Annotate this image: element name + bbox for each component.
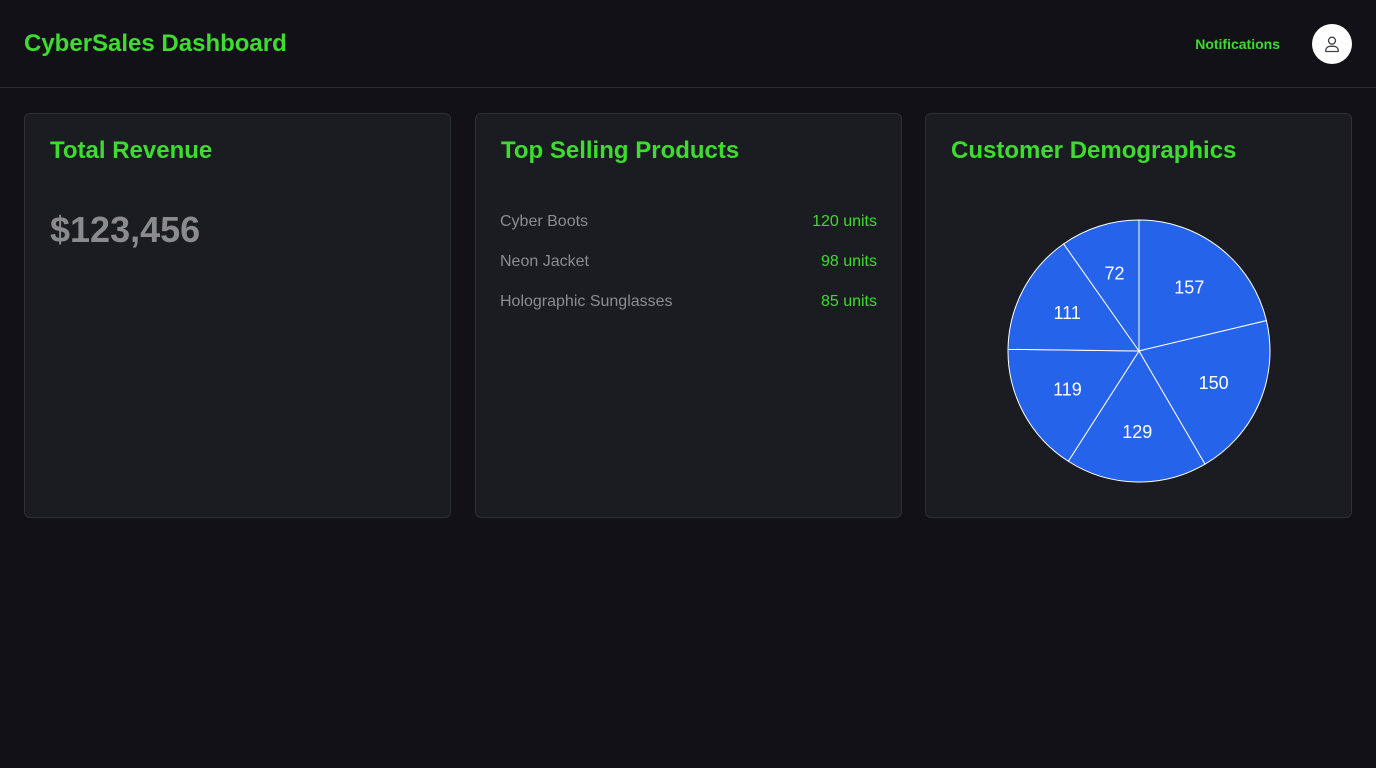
pie-slice-label: 72 [1104,264,1124,284]
top-products-card: Top Selling Products Cyber Boots 120 uni… [475,113,902,518]
product-units: 85 units [820,293,877,310]
product-row: Holographic Sunglasses 85 units [500,290,877,330]
pie-slice-label: 129 [1122,422,1152,442]
product-name: Neon Jacket [500,253,589,270]
product-row: Neon Jacket 98 units [500,250,877,290]
product-row: Cyber Boots 120 units [500,210,877,250]
top-bar: CyberSales Dashboard Notifications [0,0,1376,88]
pie-slice-label: 119 [1053,379,1082,399]
product-name: Cyber Boots [500,213,589,230]
top-products-card-title: Top Selling Products [501,137,740,164]
user-icon [1325,36,1339,53]
revenue-value: $123,456 [50,209,201,250]
pie-slice-label: 150 [1199,373,1229,393]
demographics-card-title: Customer Demographics [951,137,1237,164]
pie-slice-label: 111 [1053,303,1080,323]
product-units: 120 units [812,213,877,230]
revenue-card-title: Total Revenue [50,137,213,164]
revenue-card: Total Revenue $123,456 [24,113,451,518]
demographics-card: Customer Demographics 157 150 129 119 111 72 [925,113,1352,518]
app-title: CyberSales Dashboard [24,30,287,57]
product-units: 98 units [820,253,877,270]
demographics-pie-chart: 157 150 129 119 111 72 [1007,219,1271,483]
user-avatar-button[interactable] [1312,24,1352,64]
product-list: Cyber Boots 120 units Neon Jacket 98 uni… [500,210,877,330]
product-name: Holographic Sunglasses [500,293,673,310]
pie-slice-label: 157 [1174,277,1204,297]
notifications-link[interactable]: Notifications [1195,35,1280,53]
